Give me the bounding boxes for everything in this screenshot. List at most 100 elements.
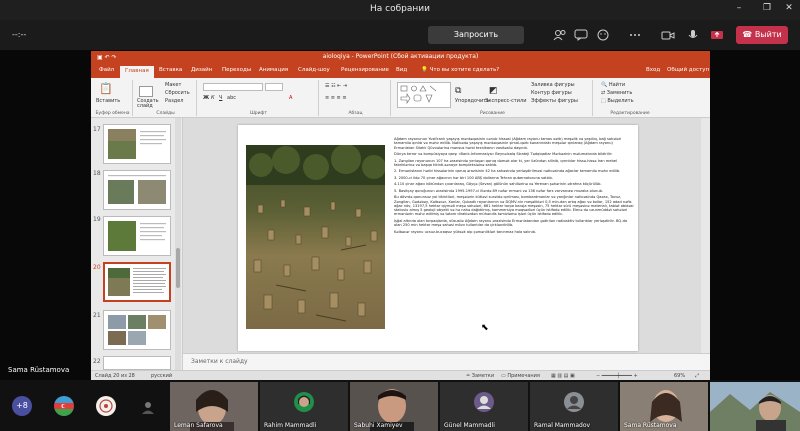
slide-thumbnail[interactable] <box>103 170 171 210</box>
participant-name: Günel Mammadli <box>444 422 495 429</box>
slide-thumbnail[interactable] <box>103 356 171 370</box>
slide-thumbnail[interactable] <box>103 310 171 350</box>
participant-avatar[interactable] <box>138 396 158 416</box>
font-size-select[interactable] <box>265 83 283 91</box>
find-button[interactable]: 🔍 Найти <box>601 82 625 88</box>
window-title: На собрании <box>370 4 430 14</box>
slide-paragraph: Dünya terror və kompüsiyaya qarşı «Bank-… <box>394 152 613 157</box>
notes-toggle[interactable]: ≐ Заметки <box>466 373 494 379</box>
share-button[interactable]: Общий доступ <box>667 67 709 73</box>
fit-slide-icon[interactable]: ⤢ <box>695 373 699 379</box>
shape-outline-button[interactable]: Контур фигуры <box>531 90 572 96</box>
current-slide[interactable]: Ağdam rayonunun Yusifcanlı yaşayış məntə… <box>238 125 638 351</box>
microphone-icon[interactable] <box>686 29 700 41</box>
participant-tile[interactable]: Sabuhi Xamiyev <box>350 382 438 431</box>
new-slide-icon[interactable] <box>139 86 153 97</box>
tab-home[interactable]: Главная <box>120 66 154 78</box>
view-buttons[interactable]: ▦ ▥ ▤ ▣ <box>551 373 575 379</box>
tab-animation[interactable]: Анимация <box>259 67 288 73</box>
tab-review[interactable]: Рецензирование <box>341 67 389 73</box>
replace-button[interactable]: ⇄ Заменить <box>601 90 632 96</box>
participants-icon[interactable] <box>553 29 567 41</box>
participant-name: Rahim Mammadli <box>264 422 317 429</box>
participant-avatar[interactable] <box>96 396 116 416</box>
slide-thumbnail[interactable] <box>103 124 171 164</box>
shapes-gallery[interactable] <box>397 82 451 108</box>
clipboard-group: 📋 Вставить Буфер обмена <box>93 80 133 116</box>
leave-meeting-button[interactable]: ☎ Выйти <box>736 26 788 44</box>
share-screen-icon[interactable] <box>710 29 724 41</box>
quick-styles-icon[interactable]: ◩ <box>489 86 498 96</box>
more-participants-badge[interactable]: +8 <box>12 396 32 416</box>
section-button[interactable]: Раздел <box>165 98 183 104</box>
participant-tile[interactable]: Sama Rüstamova <box>620 382 708 431</box>
drawing-group: ⧉ Упорядочить ◩ Экспресс-стили Заливка ф… <box>393 80 593 116</box>
slide-thumbnail[interactable] <box>103 216 171 256</box>
camera-icon[interactable] <box>661 29 675 41</box>
font-label: Шрифт <box>249 111 268 116</box>
slide-thumbnail-selected[interactable] <box>103 262 171 302</box>
strikethrough-button[interactable]: abc <box>227 95 236 101</box>
shape-effects-button[interactable]: Эффекты фигуры <box>531 98 578 104</box>
slide-editor: Ağdam rayonunun Yusifcanlı yaşayış məntə… <box>183 118 710 360</box>
zoom-slider[interactable]: − ━━━━━┿━━━━ + <box>596 373 638 379</box>
chat-icon[interactable] <box>574 29 588 41</box>
underline-button[interactable]: Ч <box>219 95 222 101</box>
find-label: Найти <box>608 82 626 88</box>
participant-tile[interactable]: Leman Safarova <box>170 382 258 431</box>
language-indicator[interactable]: русский <box>151 373 172 379</box>
slides-group: Создать слайд Макет Сбросить Раздел Слай… <box>135 80 197 116</box>
thumb-number: 18 <box>93 170 101 177</box>
reactions-icon[interactable] <box>596 29 610 41</box>
participant-tile[interactable]: Ramal Mammadov <box>530 382 618 431</box>
participant-name: Sabuhi Xamiyev <box>354 422 403 429</box>
paste-icon[interactable]: 📋 <box>99 82 113 95</box>
font-color-button[interactable]: A <box>289 95 292 101</box>
bullets-button[interactable]: ☰ ☷ ⇤ ⇥ <box>325 83 347 89</box>
layout-button[interactable]: Макет <box>165 82 181 88</box>
new-slide-button[interactable]: Создать слайд <box>137 99 161 109</box>
slides-label: Слайды <box>156 111 175 116</box>
zoom-level[interactable]: 69% <box>674 373 685 379</box>
align-buttons[interactable]: ≡ ≡ ≡ ≡ <box>325 95 347 101</box>
tab-design[interactable]: Дизайн <box>191 67 212 73</box>
sign-in-link[interactable]: Вход <box>646 67 660 73</box>
tab-file[interactable]: Файл <box>99 67 114 73</box>
more-options-icon[interactable] <box>628 29 642 41</box>
participant-tile[interactable]: Rahim Mammadli <box>260 382 348 431</box>
thumbnails-scrollbar[interactable] <box>175 118 181 372</box>
tell-me-search[interactable]: 💡 Что вы хотите сделать? <box>421 67 499 73</box>
paste-button[interactable]: Вставить <box>96 98 120 104</box>
request-control-button[interactable]: Запросить управление <box>428 26 524 57</box>
participant-name: Sama Rüstamova <box>624 422 677 429</box>
notes-placeholder: Заметки к слайду <box>191 358 248 365</box>
slide-counter: Слайд 20 из 28 <box>95 373 135 379</box>
italic-button[interactable]: К <box>211 95 215 101</box>
slide-body-text[interactable]: Ağdam rayonunun Yusifcanlı yaşayış məntə… <box>394 137 634 236</box>
thumb-number: 19 <box>93 216 101 223</box>
shape-fill-button[interactable]: Заливка фигуры <box>531 82 575 88</box>
minimize-button[interactable]: – <box>732 3 746 13</box>
notes-pane[interactable]: Заметки к слайду <box>183 353 710 370</box>
close-window-button[interactable]: ✕ <box>782 3 796 13</box>
tab-transitions[interactable]: Переходы <box>222 67 251 73</box>
tab-slideshow[interactable]: Слайд-шоу <box>298 67 330 73</box>
participant-avatar[interactable] <box>54 396 74 416</box>
reset-button[interactable]: Сбросить <box>165 90 190 96</box>
arrange-icon[interactable]: ⧉ <box>455 86 461 96</box>
editor-scrollbar[interactable] <box>701 118 710 360</box>
participant-name: Leman Safarova <box>174 422 223 429</box>
thumb-number: 20 <box>93 264 101 271</box>
tab-view[interactable]: Вид <box>396 67 407 73</box>
scrollbar-thumb[interactable] <box>176 248 180 288</box>
maximize-button[interactable]: ❐ <box>760 3 774 13</box>
participant-tile[interactable]: Günel Mammadli <box>440 382 528 431</box>
self-view-tile[interactable] <box>710 382 800 431</box>
select-button[interactable]: ⬚ Выделить <box>601 98 634 104</box>
tab-insert[interactable]: Вставка <box>159 67 182 73</box>
font-family-select[interactable] <box>203 83 263 91</box>
quick-styles-button[interactable]: Экспресс-стили <box>485 98 526 104</box>
bold-button[interactable]: Ж <box>203 95 209 101</box>
paragraph-group: ☰ ☷ ⇤ ⇥ ≡ ≡ ≡ ≡ Абзац <box>321 80 391 116</box>
comments-toggle[interactable]: ▭ Примечания <box>501 373 540 379</box>
